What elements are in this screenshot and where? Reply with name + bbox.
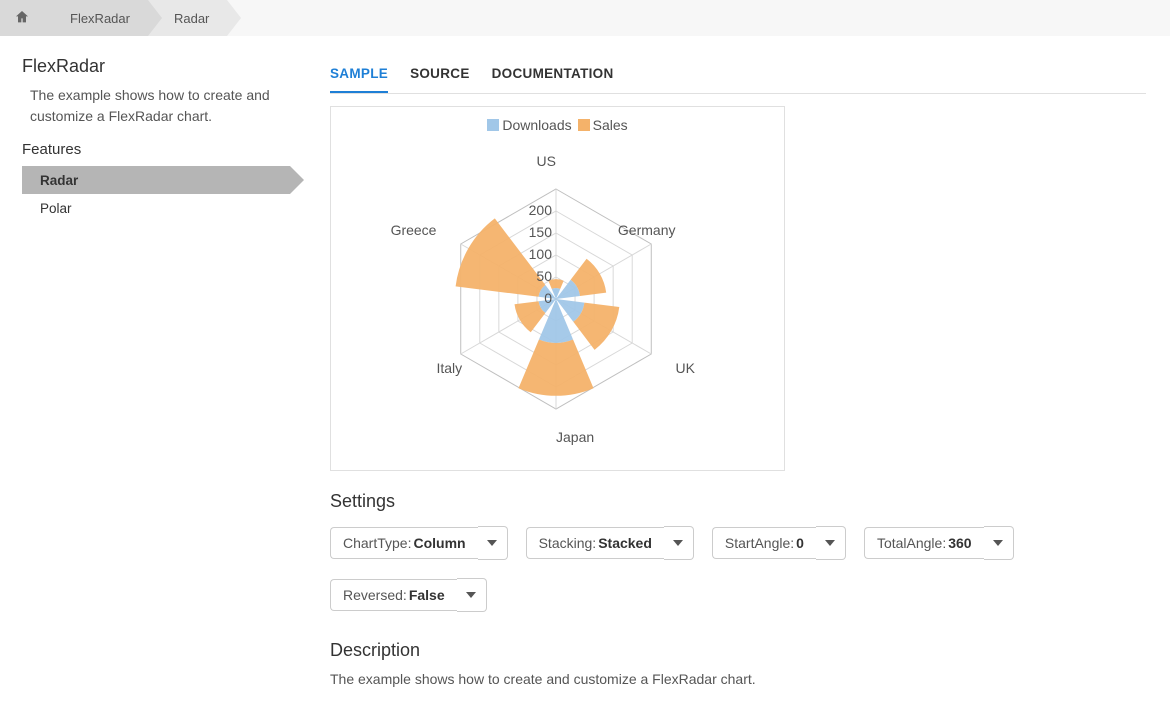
svg-text:200: 200 bbox=[529, 202, 553, 218]
setting-startangle: StartAngle: 0 bbox=[712, 526, 846, 560]
stacking-dropdown-button[interactable] bbox=[664, 526, 694, 560]
page-title: FlexRadar bbox=[22, 56, 300, 77]
chevron-down-icon bbox=[487, 540, 497, 546]
setting-value: 360 bbox=[948, 535, 971, 551]
legend-item-sales: Sales bbox=[578, 117, 628, 133]
breadcrumb-item-1[interactable]: FlexRadar bbox=[44, 0, 148, 36]
setting-reversed: Reversed: False bbox=[330, 578, 487, 612]
description-heading: Description bbox=[330, 640, 1146, 661]
totalangle-dropdown-button[interactable] bbox=[984, 526, 1014, 560]
chart-container: Downloads Sales 0 50 100 150 200 US Germany UK J… bbox=[330, 106, 785, 471]
svg-text:Italy: Italy bbox=[436, 360, 462, 376]
radar-chart: 0 50 100 150 200 US Germany UK Japan Italy Greece bbox=[331, 139, 786, 449]
breadcrumb: FlexRadar Radar bbox=[0, 0, 1170, 36]
main-content: SAMPLE SOURCE DOCUMENTATION Downloads Sa… bbox=[300, 56, 1170, 687]
svg-text:0: 0 bbox=[544, 290, 552, 306]
svg-text:100: 100 bbox=[529, 246, 553, 262]
setting-stacking: Stacking: Stacked bbox=[526, 526, 694, 560]
setting-totalangle: TotalAngle: 360 bbox=[864, 526, 1014, 560]
setting-label: Stacking: bbox=[539, 535, 597, 551]
setting-value: 0 bbox=[796, 535, 804, 551]
chart-legend: Downloads Sales bbox=[331, 117, 784, 133]
legend-item-downloads: Downloads bbox=[487, 117, 571, 133]
feature-item-radar[interactable]: Radar bbox=[22, 166, 290, 194]
tab-sample[interactable]: SAMPLE bbox=[330, 56, 388, 93]
startangle-input[interactable]: StartAngle: 0 bbox=[712, 527, 816, 559]
setting-label: StartAngle: bbox=[725, 535, 794, 551]
page-subtitle: The example shows how to create and cust… bbox=[22, 85, 300, 127]
chevron-down-icon bbox=[825, 540, 835, 546]
setting-label: TotalAngle: bbox=[877, 535, 946, 551]
svg-text:UK: UK bbox=[676, 360, 696, 376]
startangle-dropdown-button[interactable] bbox=[816, 526, 846, 560]
square-icon bbox=[487, 119, 499, 131]
description-text: The example shows how to create and cust… bbox=[330, 671, 1146, 687]
svg-text:50: 50 bbox=[536, 268, 552, 284]
settings-row: ChartType: Column Stacking: Stacked Star… bbox=[330, 526, 1146, 612]
svg-text:150: 150 bbox=[529, 224, 553, 240]
sidebar: FlexRadar The example shows how to creat… bbox=[0, 56, 300, 687]
features-heading: Features bbox=[22, 141, 300, 158]
svg-text:Greece: Greece bbox=[391, 222, 437, 238]
setting-label: ChartType: bbox=[343, 535, 411, 551]
setting-value: Column bbox=[413, 535, 465, 551]
settings-heading: Settings bbox=[330, 491, 1146, 512]
tab-source[interactable]: SOURCE bbox=[410, 56, 470, 93]
chevron-down-icon bbox=[993, 540, 1003, 546]
svg-text:US: US bbox=[537, 153, 556, 169]
svg-text:Germany: Germany bbox=[618, 222, 676, 238]
reversed-input[interactable]: Reversed: False bbox=[330, 579, 457, 611]
stacking-input[interactable]: Stacking: Stacked bbox=[526, 527, 664, 559]
chevron-down-icon bbox=[466, 592, 476, 598]
feature-item-polar[interactable]: Polar bbox=[22, 194, 290, 222]
totalangle-input[interactable]: TotalAngle: 360 bbox=[864, 527, 984, 559]
legend-label: Downloads bbox=[502, 117, 571, 133]
tab-documentation[interactable]: DOCUMENTATION bbox=[492, 56, 614, 93]
chevron-down-icon bbox=[673, 540, 683, 546]
legend-label: Sales bbox=[593, 117, 628, 133]
setting-label: Reversed: bbox=[343, 587, 407, 603]
setting-value: Stacked bbox=[598, 535, 652, 551]
square-icon bbox=[578, 119, 590, 131]
setting-value: False bbox=[409, 587, 445, 603]
charttype-input[interactable]: ChartType: Column bbox=[330, 527, 478, 559]
svg-text:Japan: Japan bbox=[556, 429, 594, 445]
home-icon bbox=[14, 9, 30, 28]
charttype-dropdown-button[interactable] bbox=[478, 526, 508, 560]
breadcrumb-home[interactable] bbox=[0, 0, 44, 36]
reversed-dropdown-button[interactable] bbox=[457, 578, 487, 612]
tab-bar: SAMPLE SOURCE DOCUMENTATION bbox=[330, 56, 1146, 94]
setting-charttype: ChartType: Column bbox=[330, 526, 508, 560]
